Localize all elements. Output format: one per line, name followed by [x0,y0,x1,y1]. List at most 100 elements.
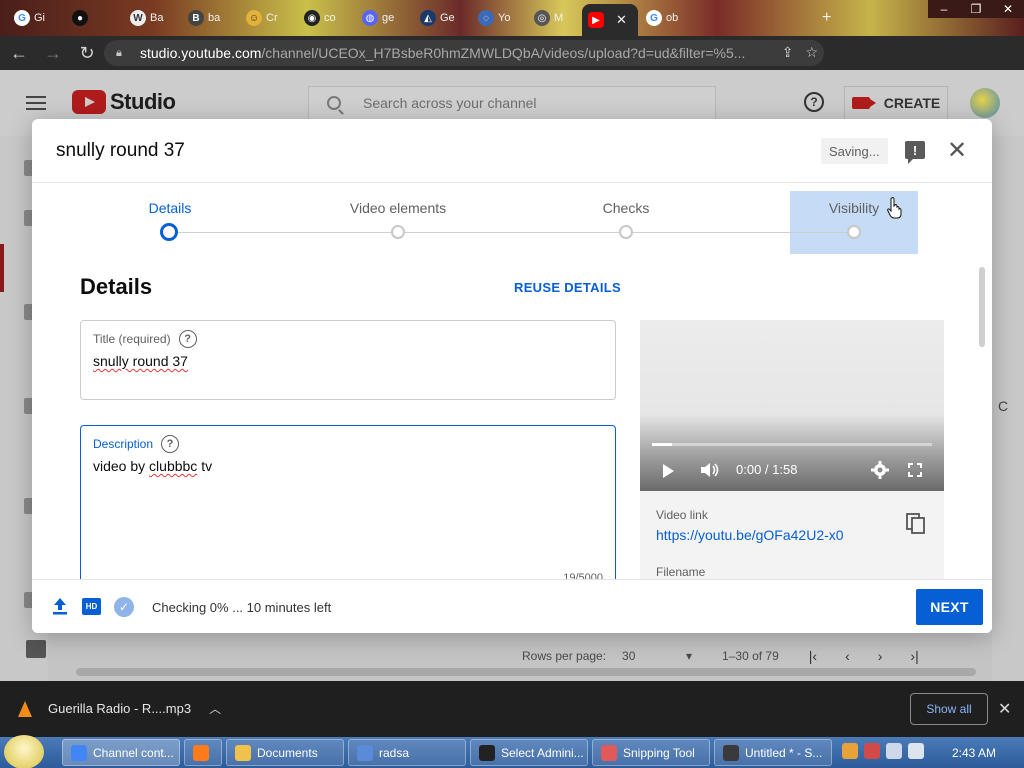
gear-icon[interactable] [871,461,889,479]
horizontal-scrollbar[interactable] [76,668,976,676]
taskbar-item[interactable]: radsa [348,739,466,766]
close-icon[interactable]: ✕ [945,137,969,164]
browser-tab[interactable]: W Ba [124,4,169,32]
browser-tab[interactable]: ◉ co [298,4,342,32]
video-link[interactable]: https://youtu.be/gOFa42U2-x0 [656,527,844,543]
volume-icon[interactable] [700,462,720,478]
next-page-icon[interactable]: › [878,648,883,664]
channel-avatar[interactable] [970,88,1000,118]
hd-icon[interactable]: HD [82,598,101,615]
hamburger-menu-icon[interactable] [26,96,46,110]
help-icon[interactable]: ? [161,435,180,453]
create-button[interactable]: CREATE [844,86,948,120]
step-checks[interactable]: Checks [526,183,726,263]
title-input[interactable]: snully round 37 [93,353,188,369]
close-icon[interactable]: ✕ [998,699,1011,719]
site-icon: ◌ [478,10,494,26]
dialog-header: snully round 37 Saving... ! ✕ [32,119,992,183]
share-icon[interactable]: ⇪ [782,44,794,61]
video-progress-bar[interactable] [652,443,932,446]
channel-search-input[interactable]: Search across your channel [308,86,716,120]
folder-icon [235,744,251,761]
rows-per-page-select[interactable]: 30 ▾ [622,649,692,663]
taskbar-item[interactable]: Snipping Tool [592,739,710,766]
browser-tab[interactable]: ● [66,4,94,32]
video-player[interactable]: 0:00 / 1:58 [640,320,944,491]
minimize-icon[interactable]: – [928,0,960,18]
step-details[interactable]: Details [70,183,270,263]
close-window-icon[interactable]: ✕ [992,0,1024,18]
video-time: 0:00 / 1:58 [736,462,798,477]
prev-page-icon[interactable]: ‹ [845,648,850,664]
discord-icon: ◍ [362,10,378,26]
first-page-icon[interactable]: |‹ [809,648,817,664]
wikipedia-icon: W [130,10,146,26]
step-video-elements[interactable]: Video elements [298,183,498,263]
reload-icon[interactable]: ↻ [72,38,102,68]
youtube-icon: ▶ [588,12,604,28]
taskbar-item[interactable]: Untitled * - S... [714,739,832,766]
feedback-icon[interactable]: ! [905,141,925,164]
browser-tab[interactable]: Gob [640,4,684,32]
title-field[interactable]: Title (required)? snully round 37 [80,320,616,400]
help-icon[interactable]: ? [804,92,824,112]
chevron-up-icon[interactable]: ︿ [209,700,221,717]
browser-tab[interactable]: G Gi [8,4,51,32]
video-progress-fill [652,443,672,446]
address-bar[interactable]: 🔒︎ studio.youtube.com/channel/UCEOx_H7Bs… [104,40,824,66]
fullscreen-icon[interactable] [908,463,922,477]
volume-tray-icon[interactable] [908,743,924,759]
taskbar-item[interactable] [184,739,222,766]
bookmark-star-icon[interactable]: ☆ [805,44,818,61]
taskbar-item[interactable]: Documents [226,739,344,766]
browser-tab[interactable]: ◭ Ge [414,4,461,32]
new-tab-button[interactable]: + [816,4,837,32]
start-button[interactable] [4,735,44,768]
upload-dialog: snully round 37 Saving... ! ✕ Details Vi… [32,119,992,633]
next-button[interactable]: NEXT [916,589,983,625]
search-tray-icon[interactable] [842,743,858,759]
download-item[interactable]: Guerilla Radio - R....mp3 ︿ [18,700,221,717]
sidebar-active-indicator [0,244,4,292]
saving-status: Saving... [821,138,888,164]
check-icon[interactable]: ✓ [114,597,134,617]
studio-right-column: C [992,136,1024,681]
step-visibility[interactable]: Visibility [754,183,954,263]
restore-icon[interactable]: ❐ [960,0,992,18]
back-icon[interactable]: ← [4,38,34,68]
description-field[interactable]: Description? video by clubbbc tv 19/5000 [80,425,616,595]
taskbar-item[interactable]: Channel cont... [62,739,180,766]
show-all-button[interactable]: Show all [910,693,988,725]
download-bar: Guerilla Radio - R....mp3 ︿ Show all ✕ [0,681,1024,737]
video-link-label: Video link [656,508,708,522]
help-icon[interactable]: ? [178,330,197,348]
step-dot [847,225,861,239]
play-icon[interactable] [663,464,674,478]
feedback-chat-icon[interactable] [26,640,46,658]
terminal-icon [479,744,495,761]
last-page-icon[interactable]: ›| [910,648,918,664]
video-camera-icon [851,97,876,109]
copy-icon[interactable] [906,513,926,535]
dialog-scrollbar[interactable] [979,267,985,347]
chrome-icon [71,744,87,761]
browser-tab-active[interactable]: ▶ ✕ [582,4,638,36]
security-tray-icon[interactable] [864,743,880,759]
browser-tab[interactable]: ◌ Yo [472,4,516,32]
app-icon [723,744,739,761]
browser-tab-strip: G Gi ● W Ba Bba ☺ Cr ◉ co ◍ ge ◭ Ge ◌ Yo ◎ M ▶ ✕ … [0,0,1024,36]
close-tab-icon[interactable]: ✕ [616,12,627,28]
upload-icon[interactable] [52,597,68,615]
forward-icon[interactable]: → [38,38,68,68]
youtube-logo-icon[interactable] [72,90,106,114]
reuse-details-button[interactable]: REUSE DETAILS [514,280,621,295]
network-tray-icon[interactable] [886,743,902,759]
description-input[interactable]: video by clubbbc tv [93,458,212,474]
browser-tab[interactable]: ◎ M [528,4,569,32]
google-icon: G [646,10,662,26]
taskbar-item[interactable]: Select Admini... [470,739,588,766]
browser-tab[interactable]: ☺ Cr [240,4,284,32]
taskbar-clock: 2:43 AM [952,746,997,760]
browser-tab[interactable]: Bba [182,4,226,32]
browser-tab[interactable]: ◍ ge [356,4,400,32]
